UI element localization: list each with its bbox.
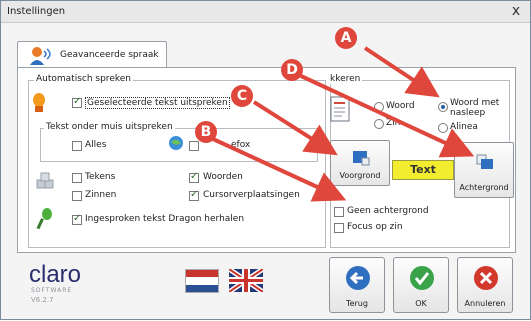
cancel-button[interactable]: Annuleren [457, 257, 513, 313]
arrow-c [252, 100, 338, 156]
version-label: V6.2.7 [31, 296, 54, 304]
arrow-a [363, 46, 440, 98]
brand-sub: SOFTWARE [31, 287, 73, 294]
arrow-d [300, 74, 475, 158]
annotation-d-marker: D [281, 59, 303, 81]
annotation-c-marker: C [231, 85, 253, 107]
brand-name: claro [29, 261, 82, 288]
cancel-x-icon [474, 266, 498, 290]
check-icon [410, 266, 434, 290]
back-label: Terug [346, 299, 368, 308]
settings-window: Instellingen x Geavanceerde spraak Autom… [0, 0, 531, 320]
back-arrow-icon [346, 266, 370, 290]
ok-button[interactable]: OK [393, 257, 449, 313]
arrow-b [212, 137, 347, 202]
annotation-b-marker: B [195, 121, 217, 143]
ok-label: OK [415, 299, 427, 308]
flag-uk-icon[interactable] [229, 269, 263, 292]
back-button[interactable]: Terug [329, 257, 385, 313]
cancel-label: Annuleren [464, 299, 506, 308]
brand-logo: claro SOFTWARE V6.2.7 [29, 261, 82, 305]
flag-nl-icon[interactable] [185, 269, 219, 293]
annotation-a-marker: A [335, 27, 357, 49]
